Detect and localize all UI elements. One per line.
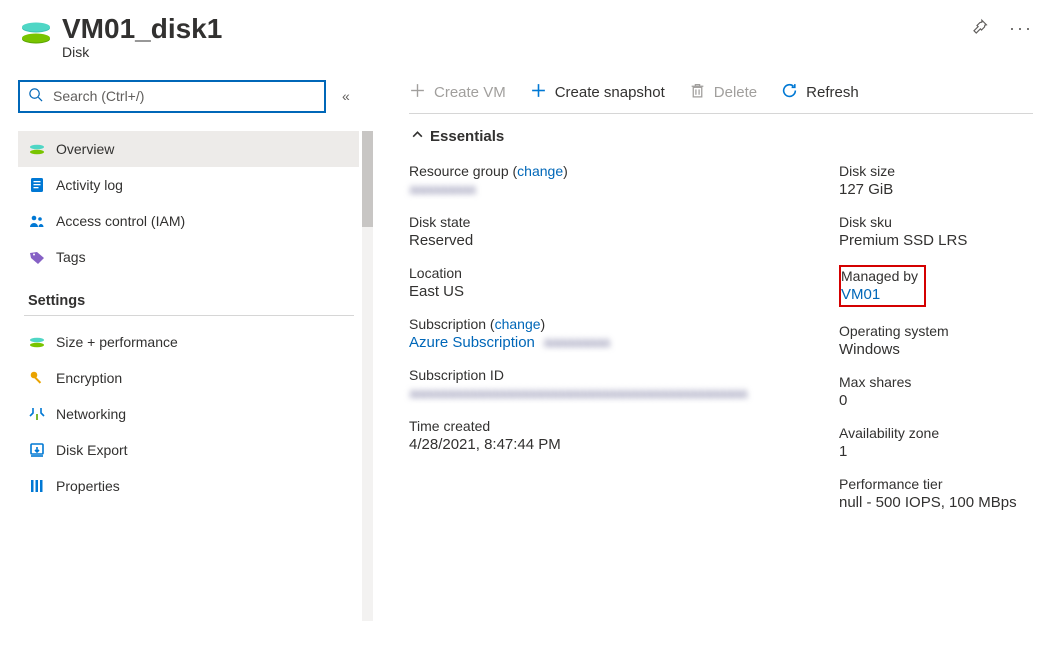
- resource-type-label: Disk: [62, 44, 971, 60]
- collapse-nav-button[interactable]: «: [342, 88, 350, 104]
- cmd-label: Delete: [714, 84, 757, 101]
- change-subscription-link[interactable]: change: [495, 316, 541, 332]
- nav-item-size-performance[interactable]: Size + performance: [18, 324, 359, 360]
- nav-group-settings: Settings: [28, 293, 373, 309]
- tag-icon: [28, 248, 46, 266]
- subscription-link[interactable]: Azure Subscription aaaaaaaaa: [409, 334, 609, 351]
- nav-item-label: Encryption: [56, 370, 122, 386]
- cmd-label: Refresh: [806, 84, 859, 101]
- field-availability-zone: Availability zone 1: [839, 425, 1017, 460]
- cmd-label: Create snapshot: [555, 84, 665, 101]
- nav-item-tags[interactable]: Tags: [18, 239, 359, 275]
- nav-search[interactable]: [18, 80, 326, 113]
- more-actions-button[interactable]: ···: [1009, 18, 1033, 39]
- resource-group-label: Resource group (: [409, 163, 517, 179]
- search-input[interactable]: [51, 87, 316, 105]
- field-performance-tier: Performance tier null - 500 IOPS, 100 MB…: [839, 476, 1017, 511]
- perf-tier-value: null - 500 IOPS, 100 MBps: [839, 494, 1017, 511]
- nav-item-label: Overview: [56, 141, 114, 157]
- field-subscription: Subscription (change) Azure Subscription…: [409, 316, 799, 351]
- max-shares-label: Max shares: [839, 374, 1017, 390]
- redacted-value: aaaaaaaaaaaaaaaaaaaaaaaaaaaaaaaaaaaaaaaa…: [409, 385, 759, 401]
- network-icon: [28, 405, 46, 423]
- field-operating-system: Operating system Windows: [839, 323, 1017, 358]
- create-vm-button[interactable]: Create VM: [409, 82, 506, 103]
- refresh-button[interactable]: Refresh: [781, 82, 859, 103]
- key-icon: [28, 369, 46, 387]
- scrollbar-thumb[interactable]: [362, 131, 373, 227]
- avail-zone-value: 1: [839, 443, 1017, 460]
- plus-icon: [530, 82, 547, 103]
- nav-item-label: Activity log: [56, 177, 123, 193]
- field-subscription-id: Subscription ID aaaaaaaaaaaaaaaaaaaaaaaa…: [409, 367, 799, 402]
- nav-scrollbar[interactable]: [362, 131, 373, 621]
- people-icon: [28, 212, 46, 230]
- field-resource-group: Resource group (change) aaaaaaaaa: [409, 163, 799, 198]
- nav-item-label: Tags: [56, 249, 86, 265]
- redacted-value: aaaaaaaaa: [409, 181, 475, 197]
- nav-item-label: Access control (IAM): [56, 213, 185, 229]
- field-location: Location East US: [409, 265, 799, 300]
- disk-state-value: Reserved: [409, 232, 799, 249]
- nav-item-label: Properties: [56, 478, 120, 494]
- disk-size-value: 127 GiB: [839, 181, 1017, 198]
- disk-sku-label: Disk sku: [839, 214, 1017, 230]
- location-value: East US: [409, 283, 799, 300]
- field-disk-state: Disk state Reserved: [409, 214, 799, 249]
- os-label: Operating system: [839, 323, 1017, 339]
- disk-resource-icon: [18, 16, 54, 52]
- time-created-label: Time created: [409, 418, 799, 434]
- field-disk-sku: Disk sku Premium SSD LRS: [839, 214, 1017, 249]
- export-icon: [28, 441, 46, 459]
- managed-by-link[interactable]: VM01: [841, 286, 880, 303]
- nav-item-activity-log[interactable]: Activity log: [18, 167, 359, 203]
- nav-item-networking[interactable]: Networking: [18, 396, 359, 432]
- disk-icon: [28, 140, 46, 158]
- essentials-label: Essentials: [430, 128, 504, 145]
- disk-icon: [28, 333, 46, 351]
- nav-item-properties[interactable]: Properties: [18, 468, 359, 504]
- search-icon: [28, 87, 43, 105]
- change-resource-group-link[interactable]: change: [517, 163, 563, 179]
- nav-item-label: Size + performance: [56, 334, 178, 350]
- cmd-label: Create VM: [434, 84, 506, 101]
- delete-button[interactable]: Delete: [689, 82, 757, 103]
- perf-tier-label: Performance tier: [839, 476, 1017, 492]
- command-bar: Create VM Create snapshot Delete Refresh: [409, 82, 1033, 114]
- create-snapshot-button[interactable]: Create snapshot: [530, 82, 665, 103]
- essentials-toggle[interactable]: Essentials: [411, 128, 1033, 145]
- properties-icon: [28, 477, 46, 495]
- divider: [24, 315, 354, 316]
- field-time-created: Time created 4/28/2021, 8:47:44 PM: [409, 418, 799, 453]
- plus-icon: [409, 82, 426, 103]
- essentials-panel: Resource group (change) aaaaaaaaa Disk s…: [409, 163, 1033, 511]
- chevron-up-icon: [411, 128, 424, 145]
- trash-icon: [689, 82, 706, 103]
- field-managed-by: Managed by VM01: [839, 265, 1017, 307]
- nav-item-encryption[interactable]: Encryption: [18, 360, 359, 396]
- managed-by-label: Managed by: [841, 268, 918, 284]
- field-max-shares: Max shares 0: [839, 374, 1017, 409]
- disk-size-label: Disk size: [839, 163, 1017, 179]
- avail-zone-label: Availability zone: [839, 425, 1017, 441]
- max-shares-value: 0: [839, 392, 1017, 409]
- pin-button[interactable]: [971, 18, 989, 39]
- nav-item-access-control[interactable]: Access control (IAM): [18, 203, 359, 239]
- disk-state-label: Disk state: [409, 214, 799, 230]
- disk-sku-value: Premium SSD LRS: [839, 232, 1017, 249]
- subscription-label: Subscription (: [409, 316, 495, 332]
- nav-item-label: Networking: [56, 406, 126, 422]
- page-title: VM01_disk1: [62, 12, 971, 46]
- subscription-id-label: Subscription ID: [409, 367, 799, 383]
- field-disk-size: Disk size 127 GiB: [839, 163, 1017, 198]
- time-created-value: 4/28/2021, 8:47:44 PM: [409, 436, 799, 453]
- page-header: VM01_disk1 Disk ···: [18, 12, 1033, 60]
- log-icon: [28, 176, 46, 194]
- nav-item-label: Disk Export: [56, 442, 128, 458]
- nav-item-overview[interactable]: Overview: [18, 131, 359, 167]
- refresh-icon: [781, 82, 798, 103]
- location-label: Location: [409, 265, 799, 281]
- nav-item-disk-export[interactable]: Disk Export: [18, 432, 359, 468]
- os-value: Windows: [839, 341, 1017, 358]
